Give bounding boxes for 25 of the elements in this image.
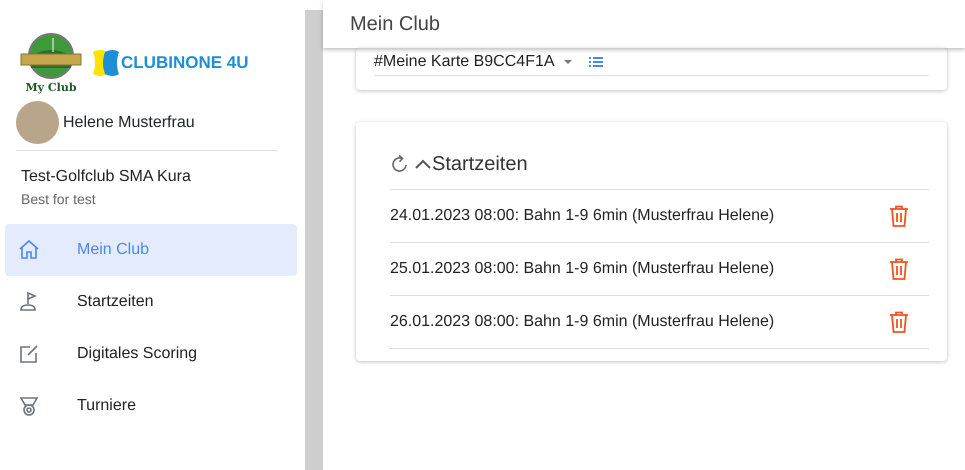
delete-icon[interactable] <box>889 311 909 333</box>
home-icon <box>17 238 41 262</box>
chevron-up-icon[interactable] <box>414 158 432 170</box>
tee-time-entry: 24.01.2023 08:00: Bahn 1-9 6min (Musterfrau Helene) <box>390 206 774 226</box>
nav-item[interactable]: Turniere <box>5 380 297 432</box>
club-name: Test-Golfclub SMA Kura <box>21 167 192 187</box>
avatar <box>16 101 59 144</box>
delete-icon[interactable] <box>889 205 909 227</box>
card-label: #Meine Karte B9CC4F1A <box>374 52 555 72</box>
golf-badge-icon <box>19 32 83 82</box>
tee-time-entry: 26.01.2023 08:00: Bahn 1-9 6min (Musterfrau Helene) <box>390 312 774 332</box>
brand-name: CLUBINONE 4U <box>121 52 249 74</box>
medal-icon <box>17 394 41 418</box>
delete-icon[interactable] <box>889 258 909 280</box>
user-name: Helene Musterfrau <box>63 112 195 132</box>
section-title: Startzeiten <box>432 152 528 176</box>
refresh-icon[interactable] <box>390 152 410 174</box>
list-icon[interactable] <box>588 56 603 68</box>
logo-text: My Club <box>25 82 77 93</box>
nav-item[interactable]: Startzeiten <box>5 276 297 328</box>
tee-time-entry: 25.01.2023 08:00: Bahn 1-9 6min (Musterfrau Helene) <box>390 259 774 279</box>
caret-icon[interactable] <box>562 58 573 64</box>
page-title: Mein Club <box>323 0 965 48</box>
club-subtitle: Best for test <box>21 190 97 209</box>
nav-item[interactable]: Digitales Scoring <box>5 328 297 380</box>
